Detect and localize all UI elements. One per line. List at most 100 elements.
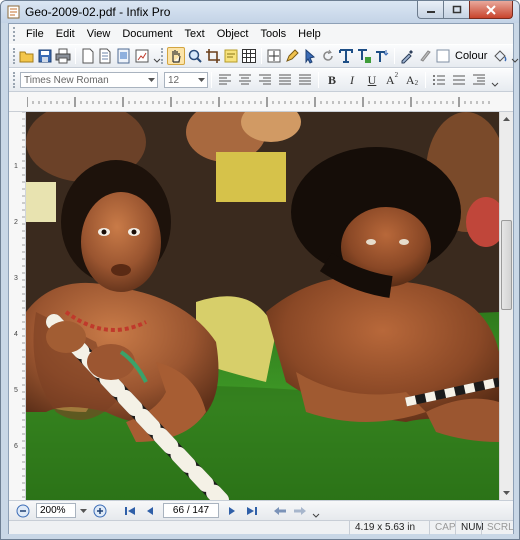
brush-button[interactable] bbox=[417, 47, 433, 65]
new-page-button[interactable] bbox=[80, 47, 96, 65]
menu-tools[interactable]: Tools bbox=[254, 28, 292, 40]
scroll-thumb[interactable] bbox=[501, 220, 512, 310]
text-tool-button[interactable] bbox=[338, 47, 354, 65]
crop-tool-button[interactable] bbox=[205, 47, 221, 65]
copy-page-button[interactable] bbox=[98, 47, 114, 65]
page-settings-button[interactable] bbox=[134, 47, 150, 65]
open-button[interactable] bbox=[19, 47, 35, 65]
print-button[interactable] bbox=[55, 47, 71, 65]
zoom-tool-button[interactable] bbox=[187, 47, 203, 65]
save-button[interactable] bbox=[37, 47, 53, 65]
colour-label: Colour bbox=[455, 50, 488, 62]
bullets-button[interactable] bbox=[430, 71, 448, 89]
grid-icon bbox=[242, 49, 256, 63]
fill-bucket-button[interactable] bbox=[492, 47, 508, 65]
ruler-number: 4 bbox=[14, 331, 18, 338]
toolbar-grip[interactable] bbox=[13, 72, 17, 88]
ruler-ticks bbox=[27, 97, 490, 107]
subscript-button[interactable]: A2 bbox=[403, 71, 421, 89]
grid-button[interactable] bbox=[241, 47, 257, 65]
bullets-icon bbox=[433, 75, 445, 85]
forward-view-button[interactable] bbox=[292, 503, 308, 519]
hand-tool-button[interactable] bbox=[167, 47, 185, 65]
pen-tool-button[interactable] bbox=[284, 47, 300, 65]
zoom-in-button[interactable] bbox=[92, 503, 108, 519]
superscript-button[interactable]: A2 bbox=[383, 71, 401, 89]
text-edit-icon bbox=[358, 49, 371, 63]
justify-button[interactable] bbox=[276, 71, 294, 89]
chevron-down-icon bbox=[195, 73, 207, 87]
toolbar-grip[interactable] bbox=[13, 48, 15, 64]
pointer-tool-button[interactable] bbox=[302, 47, 318, 65]
toolbar-overflow[interactable] bbox=[312, 503, 320, 519]
page-settings-icon bbox=[135, 49, 149, 63]
navigation-bar: 200% 66 / 147 bbox=[9, 500, 513, 520]
first-page-button[interactable] bbox=[122, 503, 138, 519]
close-button[interactable] bbox=[469, 1, 513, 19]
ruler-number: 5 bbox=[14, 387, 18, 394]
menu-help[interactable]: Help bbox=[292, 28, 327, 40]
align-center-button[interactable] bbox=[236, 71, 254, 89]
menu-object[interactable]: Object bbox=[211, 28, 255, 40]
chevron-down-icon bbox=[312, 513, 320, 518]
menu-file[interactable]: File bbox=[20, 28, 50, 40]
back-view-button[interactable] bbox=[272, 503, 288, 519]
zoom-dropdown-button[interactable] bbox=[78, 503, 88, 519]
align-right-button[interactable] bbox=[256, 71, 274, 89]
document-button[interactable] bbox=[116, 47, 132, 65]
align-left-button[interactable] bbox=[216, 71, 234, 89]
page-dimensions: 4.19 x 5.63 in bbox=[349, 521, 429, 535]
previous-page-button[interactable] bbox=[142, 503, 158, 519]
eyedropper-button[interactable] bbox=[399, 47, 415, 65]
toolbar-separator bbox=[425, 72, 426, 88]
document-view: 1 2 3 4 5 6 bbox=[9, 111, 513, 500]
colour-swatch[interactable] bbox=[435, 47, 451, 65]
hand-tool-icon bbox=[172, 50, 181, 63]
note-tool-button[interactable] bbox=[223, 47, 239, 65]
last-page-button[interactable] bbox=[244, 503, 260, 519]
text-edit-button[interactable] bbox=[356, 47, 372, 65]
open-icon bbox=[19, 51, 34, 63]
toolbar-overflow[interactable] bbox=[491, 72, 499, 88]
vertical-scrollbar[interactable] bbox=[499, 112, 513, 500]
toolbar-grip[interactable] bbox=[161, 48, 163, 64]
text-flow-button[interactable] bbox=[374, 47, 390, 65]
vertical-ruler: 1 2 3 4 5 6 bbox=[9, 111, 26, 500]
chevron-down-icon bbox=[79, 508, 87, 513]
bold-button[interactable]: B bbox=[323, 71, 341, 89]
menu-view[interactable]: View bbox=[81, 28, 117, 40]
justify-all-button[interactable] bbox=[296, 71, 314, 89]
scroll-down-button[interactable] bbox=[500, 486, 513, 500]
chevron-down-icon bbox=[145, 73, 157, 87]
indent-button[interactable] bbox=[470, 71, 488, 89]
underline-button[interactable]: U bbox=[363, 71, 381, 89]
italic-button[interactable]: I bbox=[343, 71, 361, 89]
zoom-out-button[interactable] bbox=[15, 503, 31, 519]
minimize-button[interactable] bbox=[417, 1, 443, 19]
fit-page-button[interactable] bbox=[266, 47, 282, 65]
next-page-button[interactable] bbox=[224, 503, 240, 519]
font-family-select[interactable]: Times New Roman bbox=[20, 72, 158, 88]
title-bar: Geo-2009-02.pdf - Infix Pro bbox=[1, 1, 519, 23]
window-title: Geo-2009-02.pdf - Infix Pro bbox=[25, 5, 171, 19]
scroll-up-button[interactable] bbox=[500, 112, 513, 126]
page-number-field[interactable]: 66 / 147 bbox=[163, 503, 219, 518]
align-right-icon bbox=[259, 74, 271, 85]
toolbar-overflow[interactable] bbox=[153, 48, 161, 64]
rotate-icon bbox=[323, 49, 333, 61]
menu-text[interactable]: Text bbox=[179, 28, 211, 40]
menu-document[interactable]: Document bbox=[116, 28, 178, 40]
page-photo[interactable] bbox=[26, 112, 499, 500]
menu-edit[interactable]: Edit bbox=[50, 28, 81, 40]
next-page-icon bbox=[229, 506, 235, 515]
maximize-button[interactable] bbox=[443, 1, 469, 19]
toolbar-overflow[interactable] bbox=[511, 48, 519, 64]
chevron-down-icon bbox=[512, 58, 519, 63]
close-icon bbox=[486, 4, 496, 15]
menu-grip[interactable] bbox=[13, 27, 16, 41]
font-size-select[interactable]: 12 bbox=[164, 72, 208, 88]
zoom-select[interactable]: 200% bbox=[36, 503, 76, 518]
superscript-label: A bbox=[385, 72, 395, 87]
numbering-button[interactable] bbox=[450, 71, 468, 89]
rotate-button[interactable] bbox=[320, 47, 336, 65]
